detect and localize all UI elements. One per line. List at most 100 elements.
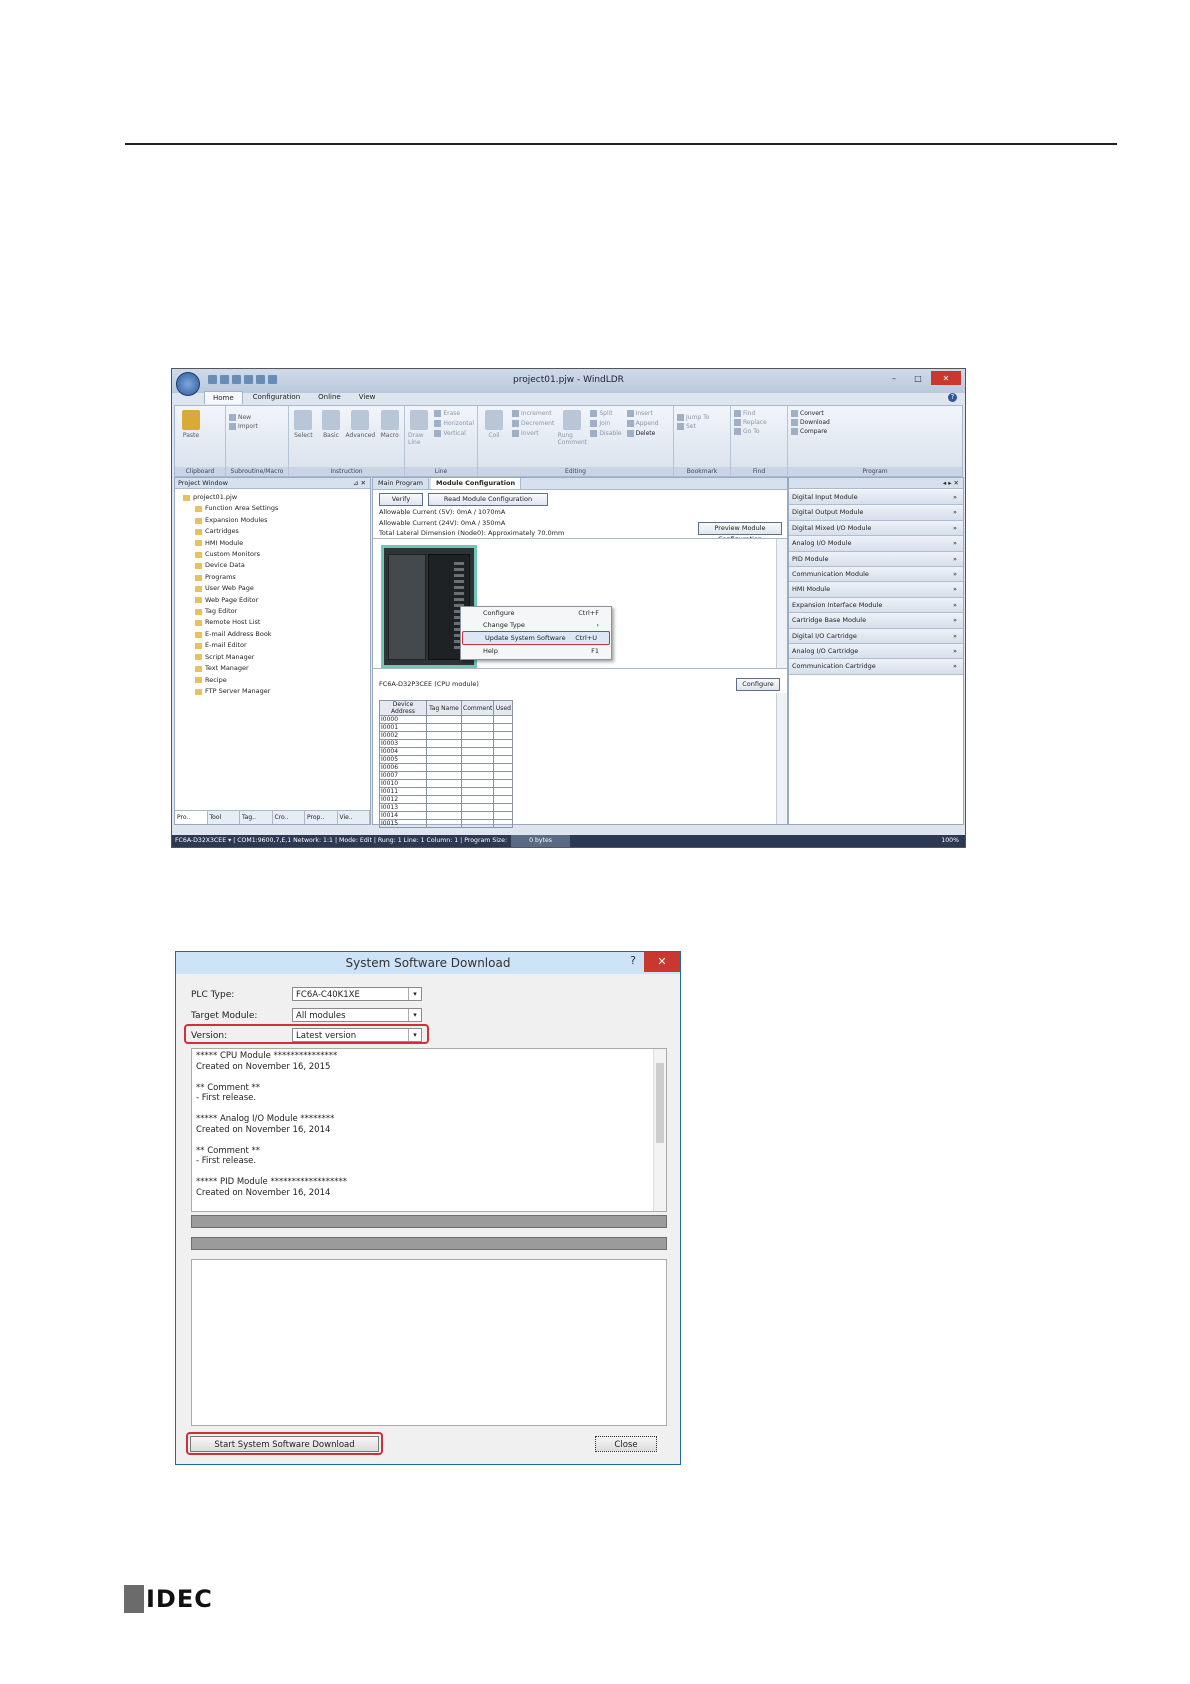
help-icon[interactable]: ? xyxy=(948,393,957,402)
download-button[interactable]: Download xyxy=(791,419,959,426)
table-row[interactable]: I0005 xyxy=(379,755,514,764)
table-row[interactable]: I0014 xyxy=(379,811,514,820)
module-area-scrollbar[interactable] xyxy=(776,539,787,668)
tree-item[interactable]: Script Manager xyxy=(183,652,278,663)
table-row[interactable]: I0011 xyxy=(379,787,514,796)
select-button[interactable]: Select xyxy=(292,410,315,439)
zoom-level[interactable]: 100% xyxy=(941,835,959,847)
tab-home[interactable]: Home xyxy=(204,391,243,404)
table-row[interactable]: I0013 xyxy=(379,803,514,812)
tree-item[interactable]: HMI Module xyxy=(183,538,278,549)
tab-tool[interactable]: Tool xyxy=(208,811,240,824)
horizontal-button[interactable]: Horizontal xyxy=(434,420,474,427)
table-row[interactable]: I0010 xyxy=(379,779,514,788)
configure-button[interactable]: Configure xyxy=(736,678,780,691)
append-button[interactable]: Append xyxy=(626,420,659,427)
expand-icon[interactable]: » xyxy=(953,490,957,504)
menu-item-configure[interactable]: Configure Ctrl+F xyxy=(461,607,611,619)
tree-item[interactable]: Remote Host List xyxy=(183,617,278,628)
set-bookmark-button[interactable]: Set xyxy=(677,423,727,430)
expand-icon[interactable]: » xyxy=(953,613,957,627)
tab-view[interactable]: View xyxy=(351,391,384,404)
new-button[interactable]: New xyxy=(229,414,285,421)
close-button[interactable]: Close xyxy=(595,1436,657,1452)
menu-item-update-system-software[interactable]: Update System Software Ctrl+U xyxy=(462,631,610,645)
delete-button[interactable]: Delete xyxy=(626,430,659,437)
expand-icon[interactable]: » xyxy=(953,598,957,612)
table-row[interactable]: I0002 xyxy=(379,731,514,740)
menu-item-help[interactable]: Help F1 xyxy=(461,645,611,657)
tree-item[interactable]: Device Data xyxy=(183,560,278,571)
invert-button[interactable]: Invert xyxy=(512,430,554,437)
expand-icon[interactable]: » xyxy=(953,659,957,673)
disable-button[interactable]: Disable xyxy=(590,430,622,437)
go-to-button[interactable]: Go To xyxy=(734,428,784,435)
tab-cross-reference[interactable]: Cro.. xyxy=(273,811,305,824)
tab-configuration[interactable]: Configuration xyxy=(245,391,308,404)
plc-type-select[interactable]: FC6A-C40K1XE ▾ xyxy=(292,987,422,1001)
tab-module-configuration[interactable]: Module Configuration xyxy=(431,478,522,489)
compare-button[interactable]: Compare xyxy=(791,428,959,435)
tree-item[interactable]: E-mail Address Book xyxy=(183,629,278,640)
pane-close-icon[interactable]: ⊿ ✕ xyxy=(353,478,366,488)
expand-icon[interactable]: » xyxy=(953,536,957,550)
expand-icon[interactable]: » xyxy=(953,505,957,519)
find-button[interactable]: Find xyxy=(734,410,784,417)
tab-main-program[interactable]: Main Program xyxy=(373,478,430,489)
jump-to-button[interactable]: Jump To xyxy=(677,414,727,421)
tree-item[interactable]: project01.pjw xyxy=(183,492,278,503)
close-icon[interactable]: ✕ xyxy=(644,952,680,972)
tree-item[interactable]: Tag Editor xyxy=(183,606,278,617)
table-row[interactable]: I0015 xyxy=(379,819,514,828)
import-button[interactable]: Import xyxy=(229,423,285,430)
table-row[interactable]: I0001 xyxy=(379,723,514,732)
vertical-button[interactable]: Vertical xyxy=(434,430,474,437)
preview-module-configuration-button[interactable]: Preview Module Configuration xyxy=(698,522,782,543)
table-row[interactable]: I0000 xyxy=(379,715,514,724)
expand-icon[interactable]: » xyxy=(953,567,957,581)
tab-online[interactable]: Online xyxy=(310,391,349,404)
help-icon[interactable]: ? xyxy=(630,954,636,967)
paste-button[interactable]: Paste xyxy=(178,410,204,439)
module-list-item[interactable]: Analog I/O Cartridge» xyxy=(789,643,963,660)
replace-button[interactable]: Replace xyxy=(734,419,784,426)
draw-line-button[interactable]: Draw Line xyxy=(408,410,429,446)
expand-icon[interactable]: » xyxy=(953,582,957,596)
minimize-button[interactable]: – xyxy=(883,371,905,385)
version-select[interactable]: Latest version ▾ xyxy=(292,1028,422,1042)
expand-icon[interactable]: » xyxy=(953,521,957,535)
start-system-software-download-button[interactable]: Start System Software Download xyxy=(190,1436,379,1452)
table-row[interactable]: I0004 xyxy=(379,747,514,756)
basic-button[interactable]: Basic xyxy=(320,410,343,439)
tree-item[interactable]: Cartridges xyxy=(183,526,278,537)
join-button[interactable]: Join xyxy=(590,420,621,427)
decrement-button[interactable]: Decrement xyxy=(512,420,554,427)
module-list-item[interactable]: Digital Output Module» xyxy=(789,505,963,521)
tree-item[interactable]: Web Page Editor xyxy=(183,595,278,606)
module-list-item[interactable]: Digital Mixed I/O Module» xyxy=(789,520,963,537)
insert-button[interactable]: Insert xyxy=(626,410,659,417)
table-row[interactable]: I0003 xyxy=(379,739,514,748)
device-table-scrollbar[interactable] xyxy=(776,693,787,824)
tree-item[interactable]: Expansion Modules xyxy=(183,515,278,526)
table-row[interactable]: I0006 xyxy=(379,763,514,772)
tree-item[interactable]: Programs xyxy=(183,572,278,583)
expand-icon[interactable]: » xyxy=(953,629,957,643)
module-list-item[interactable]: PID Module» xyxy=(789,551,963,567)
tab-view[interactable]: Vie.. xyxy=(338,811,370,824)
release-notes-scrollbar[interactable] xyxy=(653,1049,666,1211)
coil-button[interactable]: Coil xyxy=(481,410,507,446)
read-module-configuration-button[interactable]: Read Module Configuration xyxy=(428,493,548,506)
target-module-select[interactable]: All modules ▾ xyxy=(292,1008,422,1022)
close-button[interactable]: ✕ xyxy=(931,371,961,385)
macro-button[interactable]: Macro xyxy=(378,410,401,439)
module-list-item[interactable]: Expansion Interface Module» xyxy=(789,597,963,614)
maximize-button[interactable]: □ xyxy=(907,371,929,385)
module-list-item[interactable]: HMI Module» xyxy=(789,582,963,598)
tab-project[interactable]: Pro.. xyxy=(175,811,208,824)
table-row[interactable]: I0007 xyxy=(379,771,514,780)
tree-item[interactable]: User Web Page xyxy=(183,583,278,594)
tree-item[interactable]: Text Manager xyxy=(183,663,278,674)
tree-item[interactable]: E-mail Editor xyxy=(183,640,278,651)
expand-icon[interactable]: » xyxy=(953,552,957,566)
